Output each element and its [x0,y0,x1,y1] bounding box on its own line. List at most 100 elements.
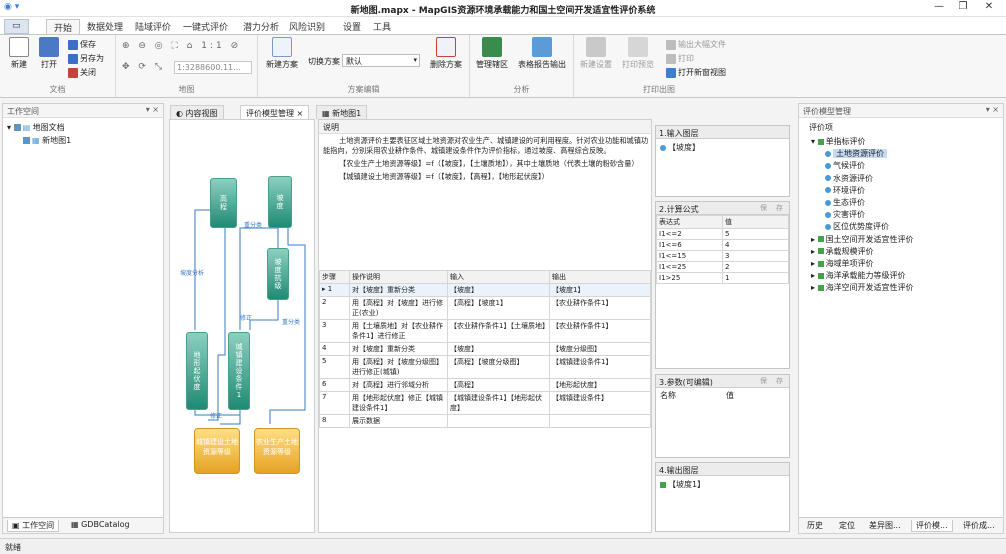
tab-content-view[interactable]: ◐ 内容视图 [170,105,224,119]
model-tree-item[interactable]: 生态评价 [825,197,865,208]
export-large-button[interactable]: 输出大幅文件 [666,39,726,51]
model-tree-item[interactable]: 气候评价 [825,160,865,171]
tab-land-evaluation[interactable]: 陆域评价 [128,19,178,34]
panel-pin-close[interactable]: ▾ ⨯ [986,105,999,114]
step-row[interactable]: 2 用【高程】对【坡度】进行修正(农业) 【高程】【坡度1】 【农业耕作条件1】 [319,296,651,320]
tab-eval-model[interactable]: 评价模... [911,520,953,532]
flow-node-town-land-grade[interactable]: 城镇建设土地资源等级 [194,428,240,474]
step-row[interactable]: ▸ 1 对【坡度】重新分类 【坡度】 【坡度1】 [319,283,651,297]
checkbox-icon[interactable] [13,124,21,131]
flow-node-slope[interactable]: 坡度 [268,176,292,228]
model-tree-item[interactable]: 区位优势度评价 [825,221,889,232]
model-tree-item[interactable]: 土地资源评价 [825,148,887,159]
new-button[interactable]: 新建 [2,37,36,77]
formula-save-button[interactable]: 保 [760,203,767,213]
checkbox-icon[interactable] [23,137,30,144]
panel-pin-close[interactable]: ▾ ⨯ [146,105,159,114]
flow-label-reclass: 重分类 [244,222,263,229]
model-icon [825,223,831,230]
model-tree-item[interactable]: ▸ 国土空间开发适宜性评价 [811,234,914,245]
tree-item-new-map[interactable]: ▦ 新地图1 [23,135,71,146]
close-button[interactable]: ✕ [978,1,1000,16]
close-doc-button[interactable]: 关闭 [68,67,96,79]
step-number: ▸ 1 [319,283,350,297]
flow-node-elevation[interactable]: 高程 [210,178,237,228]
save-button[interactable]: 保存 [68,39,96,51]
params-store-button[interactable]: 存 [776,376,783,386]
formula-value: 4 [722,239,789,251]
tab-eval-result[interactable]: 评价成... [959,520,999,531]
scale-input[interactable]: 1:3288600.11... [174,61,252,74]
tab-data-processing[interactable]: 数据处理 [80,19,130,34]
status-text: 就绪 [5,543,21,552]
formula-row[interactable]: I1>25 1 [656,272,789,284]
input-layer-item[interactable]: 【坡度】 [656,139,789,156]
scheme-select[interactable]: 默认 ▾ [342,54,420,67]
file-tab[interactable]: ▭ [4,19,29,34]
formula-row[interactable]: I1<=6 4 [656,239,789,251]
minimize-button[interactable]: — [928,1,950,16]
new-layout-button[interactable]: 新建设置 [578,37,614,77]
output-layers-panel: 4.输出图层 【坡度1】 [655,462,790,532]
step-row[interactable]: 3 用【土壤质地】对【农业耕作条件1】进行修正 【农业耕作条件1】【土壤质地】 【农业… [319,319,651,343]
model-tree-item[interactable]: ▸ 海域单项评价 [811,258,874,269]
tab-locate[interactable]: 定位 [835,520,859,531]
formula-store-button[interactable]: 存 [776,203,783,213]
tab-oneclick-evaluation[interactable]: 一键式评价 [176,19,235,34]
flow-node-relief[interactable]: 地形起伏度 [186,332,208,410]
tab-tools[interactable]: 工具 [366,19,398,34]
report-output-button[interactable]: 表格报告输出 [514,37,570,77]
model-detail-panel: 说明 土地资源评价主要表征区域土地资源对农业生产、城镇建设的可利用程度。针对农业… [318,119,652,533]
map-tools-row1[interactable]: ⊕ ⊖ ◎ ⛶ ⌂ 1:1 ⊘ [122,41,241,51]
print-button[interactable]: 打印 [666,53,694,65]
map-tools-row2[interactable]: ✥ ⟳ ⤡ [122,62,165,72]
step-row[interactable]: 6 对【高程】进行邻域分析 【高程】 【地形起伏度】 [319,378,651,392]
flow-label-slope-analysis: 坡度分析 [180,270,205,277]
params-save-button[interactable]: 保 [760,376,767,386]
model-tree-item[interactable]: ▾ 单指标评价 [811,136,866,147]
col-operation: 操作说明 [349,270,448,284]
manage-district-button[interactable]: 管理辖区 [474,37,510,77]
tab-home[interactable]: 开始 [46,19,81,34]
save-as-button[interactable]: 另存为 [68,53,104,65]
flow-node-town-condition[interactable]: 城镇建设条件1 [228,332,250,410]
tab-risk-identification[interactable]: 风险识别 [282,19,332,34]
model-tree-item[interactable]: 水资源评价 [825,173,873,184]
model-tree-item[interactable]: ▸ 海洋承载能力等级评价 [811,270,906,281]
tree-item-map-doc[interactable]: ▾ ▤ 地图文档 [7,122,65,133]
print-preview-button[interactable]: 打印预览 [620,37,656,77]
category-icon [817,248,824,255]
tab-new-map[interactable]: ▦ 新地图1 [316,105,368,119]
formula-value: 2 [722,261,789,273]
model-tree-item[interactable]: ▸ 海洋空间开发适宜性评价 [811,282,914,293]
flow-label-correct-2: 修正 [210,413,223,420]
tab-diff-map[interactable]: 差异图... [865,520,905,531]
category-icon [817,272,824,279]
delete-scheme-button[interactable]: 删除方案 [426,37,466,77]
step-row[interactable]: 7 用【地形起伏度】修正【城镇建设条件1】 【城镇建设条件1】【地形起伏度】 【城镇建… [319,391,651,415]
step-row[interactable]: 4 对【坡度】重新分类 【坡度】 【坡度分级图】 [319,342,651,356]
tab-potential-analysis[interactable]: 潜力分析 [236,19,286,34]
tab-settings[interactable]: 设置 [336,19,368,34]
tab-gdbcatalog[interactable]: ▦ GDBCatalog [67,520,134,529]
one-to-one-button[interactable]: 1:1 [201,41,224,51]
step-row[interactable]: 8 展示数据 [319,414,651,428]
step-row[interactable]: 5 用【高程】对【坡度分级图】进行修正(城镇) 【高程】【坡度分级图】 【城镇建设条件… [319,355,651,379]
formula-row[interactable]: I1<=15 3 [656,250,789,262]
restore-button[interactable]: ❐ [952,1,974,16]
flow-node-agri-land-grade[interactable]: 农业生产土地资源等级 [254,428,300,474]
tab-workspace[interactable]: ▣ 工作空间 [7,520,60,532]
flow-node-slope-grade[interactable]: 坡度抗级 [267,248,289,300]
open-button[interactable]: 打开 [32,37,66,77]
model-tree-item[interactable]: ▸ 承载规模评价 [811,246,874,257]
new-scheme-button[interactable]: 新建方案 [262,37,302,77]
formula-row[interactable]: I1<=25 2 [656,261,789,273]
tab-history[interactable]: 历史 [803,520,827,531]
tab-model-management[interactable]: 评价模型管理 ⨯ [240,105,310,119]
model-tree-item[interactable]: 灾害评价 [825,209,865,220]
new-scheme-icon [272,37,292,57]
formula-row[interactable]: I1<=2 5 [656,228,789,240]
model-tree-item[interactable]: 环境评价 [825,185,865,196]
output-layer-item[interactable]: 【坡度1】 [656,476,789,493]
open-layout-view-button[interactable]: 打开新窗视图 [666,67,726,79]
